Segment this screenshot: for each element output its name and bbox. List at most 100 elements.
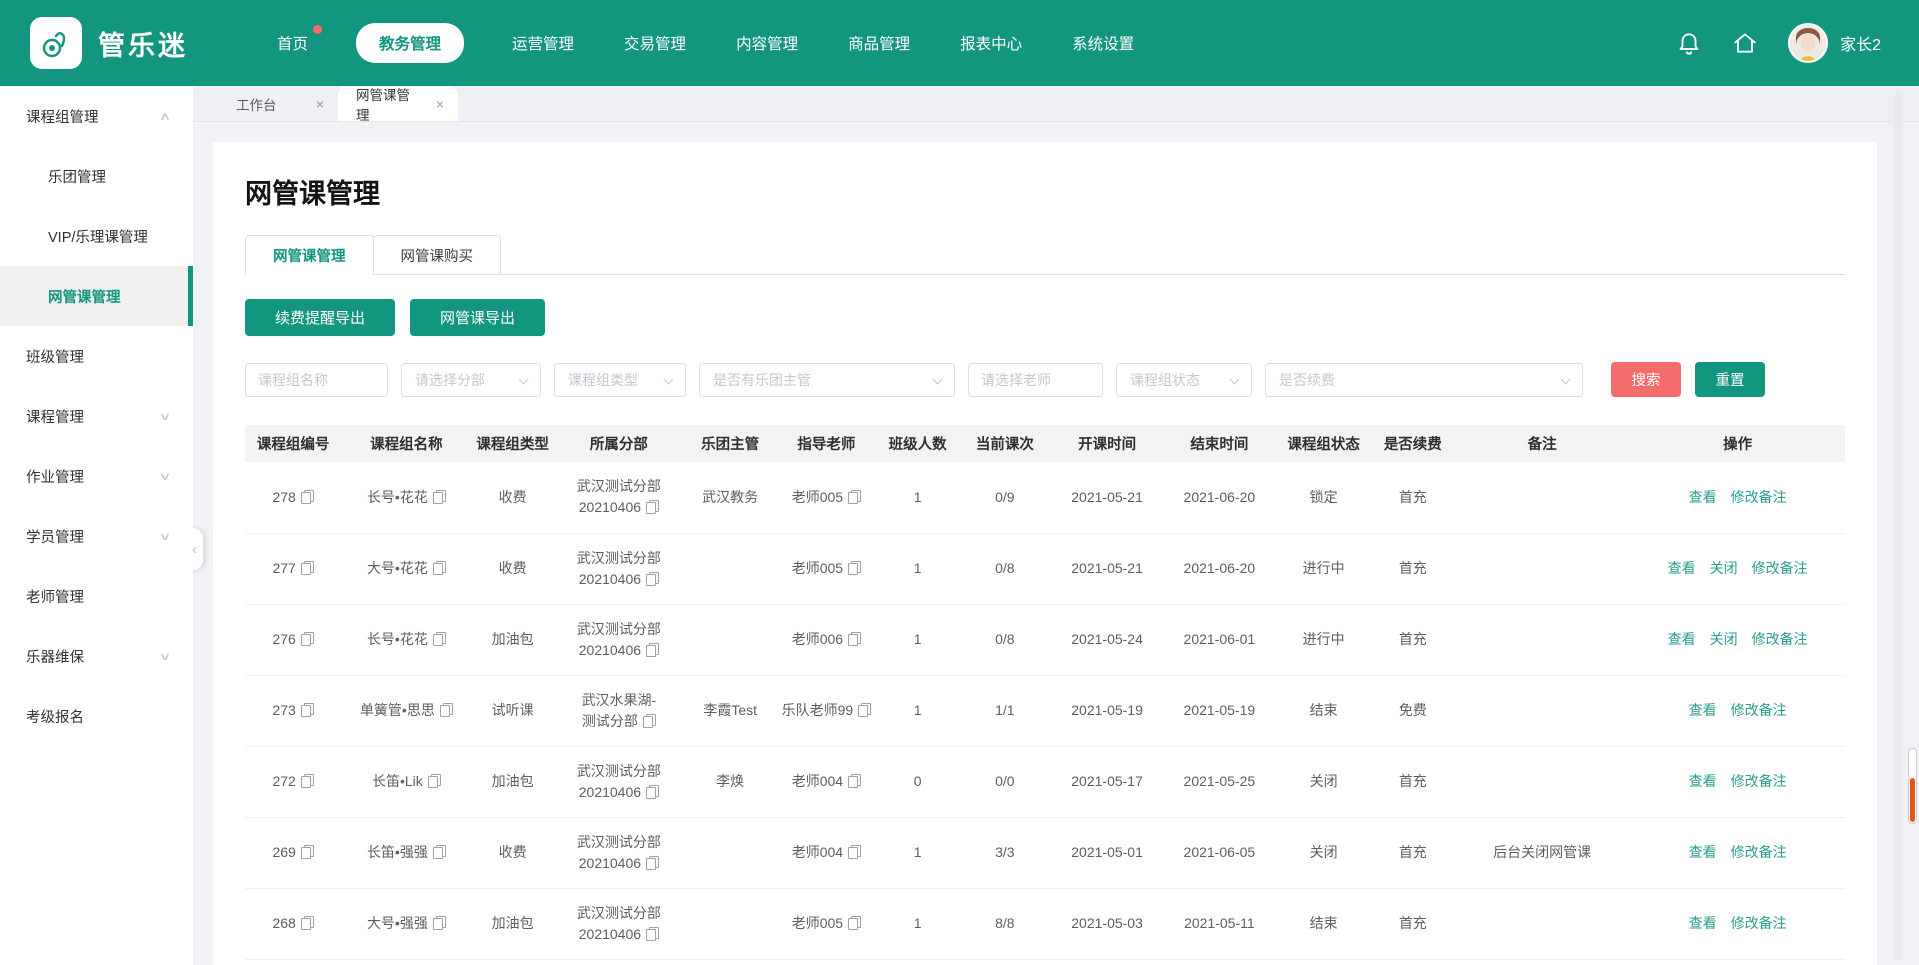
user-avatar[interactable] (1788, 23, 1828, 63)
action-view-link[interactable]: 查看 (1689, 489, 1717, 505)
sidebar-item[interactable]: 乐器维保∨ (0, 626, 193, 686)
action-view-link[interactable]: 查看 (1689, 773, 1717, 789)
sidebar-item[interactable]: 班级管理 (0, 326, 193, 386)
nav-item-active[interactable]: 教务管理 (356, 23, 464, 63)
action-close-link[interactable]: 关闭 (1710, 560, 1738, 576)
sidebar-item[interactable]: VIP/乐理课管理 (0, 206, 193, 266)
action-edit-remark-link[interactable]: 修改备注 (1752, 631, 1808, 647)
cell-status: 结束 (1275, 888, 1371, 959)
copy-icon[interactable] (646, 927, 659, 941)
copy-icon[interactable] (643, 714, 656, 728)
filter-text-input[interactable] (969, 364, 1102, 396)
copy-icon[interactable] (646, 785, 659, 799)
action-edit-remark-link[interactable]: 修改备注 (1731, 489, 1787, 505)
action-edit-remark-link[interactable]: 修改备注 (1731, 773, 1787, 789)
copy-icon[interactable] (301, 774, 314, 788)
sidebar-item[interactable]: 乐团管理 (0, 146, 193, 206)
copy-icon[interactable] (848, 916, 861, 930)
copy-icon[interactable] (301, 845, 314, 859)
copy-icon[interactable] (848, 561, 861, 575)
copy-icon[interactable] (440, 703, 453, 717)
home-icon[interactable] (1732, 30, 1758, 56)
sidebar-item[interactable]: 作业管理∨ (0, 446, 193, 506)
nav-item-link[interactable]: 系统设置 (1070, 23, 1136, 63)
filter-select[interactable]: 是否续费 (1265, 363, 1583, 397)
cell-start-date: 2021-05-21 (1051, 462, 1163, 533)
copy-icon[interactable] (646, 643, 659, 657)
copy-icon[interactable] (858, 703, 871, 717)
column-header: 操作 (1630, 425, 1845, 462)
content-area: 网管课管理 网管课管理网管课购买 续费提醒导出网管课导出 请选择分部课程组类型是… (193, 122, 1919, 965)
action-edit-remark-link[interactable]: 修改备注 (1731, 915, 1787, 931)
filter-input[interactable] (245, 363, 388, 397)
action-view-link[interactable]: 查看 (1689, 915, 1717, 931)
copy-icon[interactable] (301, 916, 314, 930)
sidebar-item[interactable]: 课程组管理∧ (0, 86, 193, 146)
copy-icon[interactable] (433, 845, 446, 859)
filter-select[interactable]: 课程组状态 (1116, 363, 1252, 397)
filter-select[interactable]: 请选择分部 (401, 363, 541, 397)
copy-icon[interactable] (848, 845, 861, 859)
copy-icon[interactable] (848, 490, 861, 504)
search-button[interactable]: 搜索 (1611, 362, 1681, 397)
nav-item-link[interactable]: 内容管理 (734, 23, 800, 63)
copy-icon[interactable] (433, 561, 446, 575)
export-buttons: 续费提醒导出网管课导出 (245, 299, 1845, 336)
reset-button[interactable]: 重置 (1695, 362, 1765, 397)
copy-icon[interactable] (848, 632, 861, 646)
copy-icon[interactable] (848, 774, 861, 788)
action-edit-remark-link[interactable]: 修改备注 (1731, 702, 1787, 718)
sidebar-item[interactable]: 老师管理 (0, 566, 193, 626)
nav-item-link[interactable]: 报表中心 (958, 23, 1024, 63)
action-view-link[interactable]: 查看 (1689, 702, 1717, 718)
course-export-button[interactable]: 网管课导出 (410, 299, 545, 336)
copy-icon[interactable] (433, 916, 446, 930)
filter-text-input[interactable] (246, 364, 387, 396)
renewal-reminder-export-button[interactable]: 续费提醒导出 (245, 299, 395, 336)
sidebar-item[interactable]: 课程管理∨ (0, 386, 193, 446)
page-scrollbar-thumb[interactable] (1908, 748, 1917, 824)
filter-select[interactable]: 课程组类型 (554, 363, 686, 397)
user-name[interactable]: 家长2 (1840, 31, 1881, 55)
copy-icon[interactable] (646, 572, 659, 586)
cell-status: 结束 (1275, 675, 1371, 746)
workspace-tab-active[interactable]: 网管课管理× (338, 86, 458, 121)
copy-icon[interactable] (433, 632, 446, 646)
copy-icon[interactable] (646, 856, 659, 870)
action-view-link[interactable]: 查看 (1689, 844, 1717, 860)
action-view-link[interactable]: 查看 (1668, 631, 1696, 647)
copy-icon[interactable] (428, 774, 441, 788)
cell-actions: 查看修改备注 (1630, 888, 1845, 959)
cell-current-lesson: 1/1 (959, 675, 1051, 746)
chevron-down-icon (519, 374, 529, 384)
action-edit-remark-link[interactable]: 修改备注 (1731, 844, 1787, 860)
copy-icon[interactable] (301, 490, 314, 504)
nav-item-link[interactable]: 交易管理 (622, 23, 688, 63)
copy-icon[interactable] (433, 490, 446, 504)
nav-item-link[interactable]: 商品管理 (846, 23, 912, 63)
action-edit-remark-link[interactable]: 修改备注 (1752, 560, 1808, 576)
page-tab-active[interactable]: 网管课管理 (245, 235, 374, 275)
sidebar-item[interactable]: 考级报名 (0, 686, 193, 746)
close-icon[interactable]: × (316, 96, 324, 112)
action-close-link[interactable]: 关闭 (1710, 631, 1738, 647)
notification-bell-icon[interactable] (1676, 30, 1702, 56)
filter-input[interactable] (968, 363, 1103, 397)
copy-icon[interactable] (301, 561, 314, 575)
nav-item-link[interactable]: 运营管理 (510, 23, 576, 63)
sidebar-item[interactable]: 学员管理∨ (0, 506, 193, 566)
close-icon[interactable]: × (436, 96, 444, 112)
copy-icon[interactable] (301, 632, 314, 646)
cell-student-count: 1 (877, 604, 959, 675)
sidebar-item-active[interactable]: 网管课管理 (0, 266, 193, 326)
workspace-tab[interactable]: 工作台× (218, 86, 338, 121)
copy-icon[interactable] (646, 500, 659, 514)
workspace-tabbar: 工作台×网管课管理× (193, 86, 1919, 122)
content-scrollbar[interactable] (1893, 92, 1903, 961)
page-tab[interactable]: 网管课购买 (373, 235, 502, 275)
chevron-down-icon (933, 374, 943, 384)
nav-item-link[interactable]: 首页 (275, 23, 310, 63)
filter-select[interactable]: 是否有乐团主管 (699, 363, 955, 397)
action-view-link[interactable]: 查看 (1668, 560, 1696, 576)
copy-icon[interactable] (301, 703, 314, 717)
